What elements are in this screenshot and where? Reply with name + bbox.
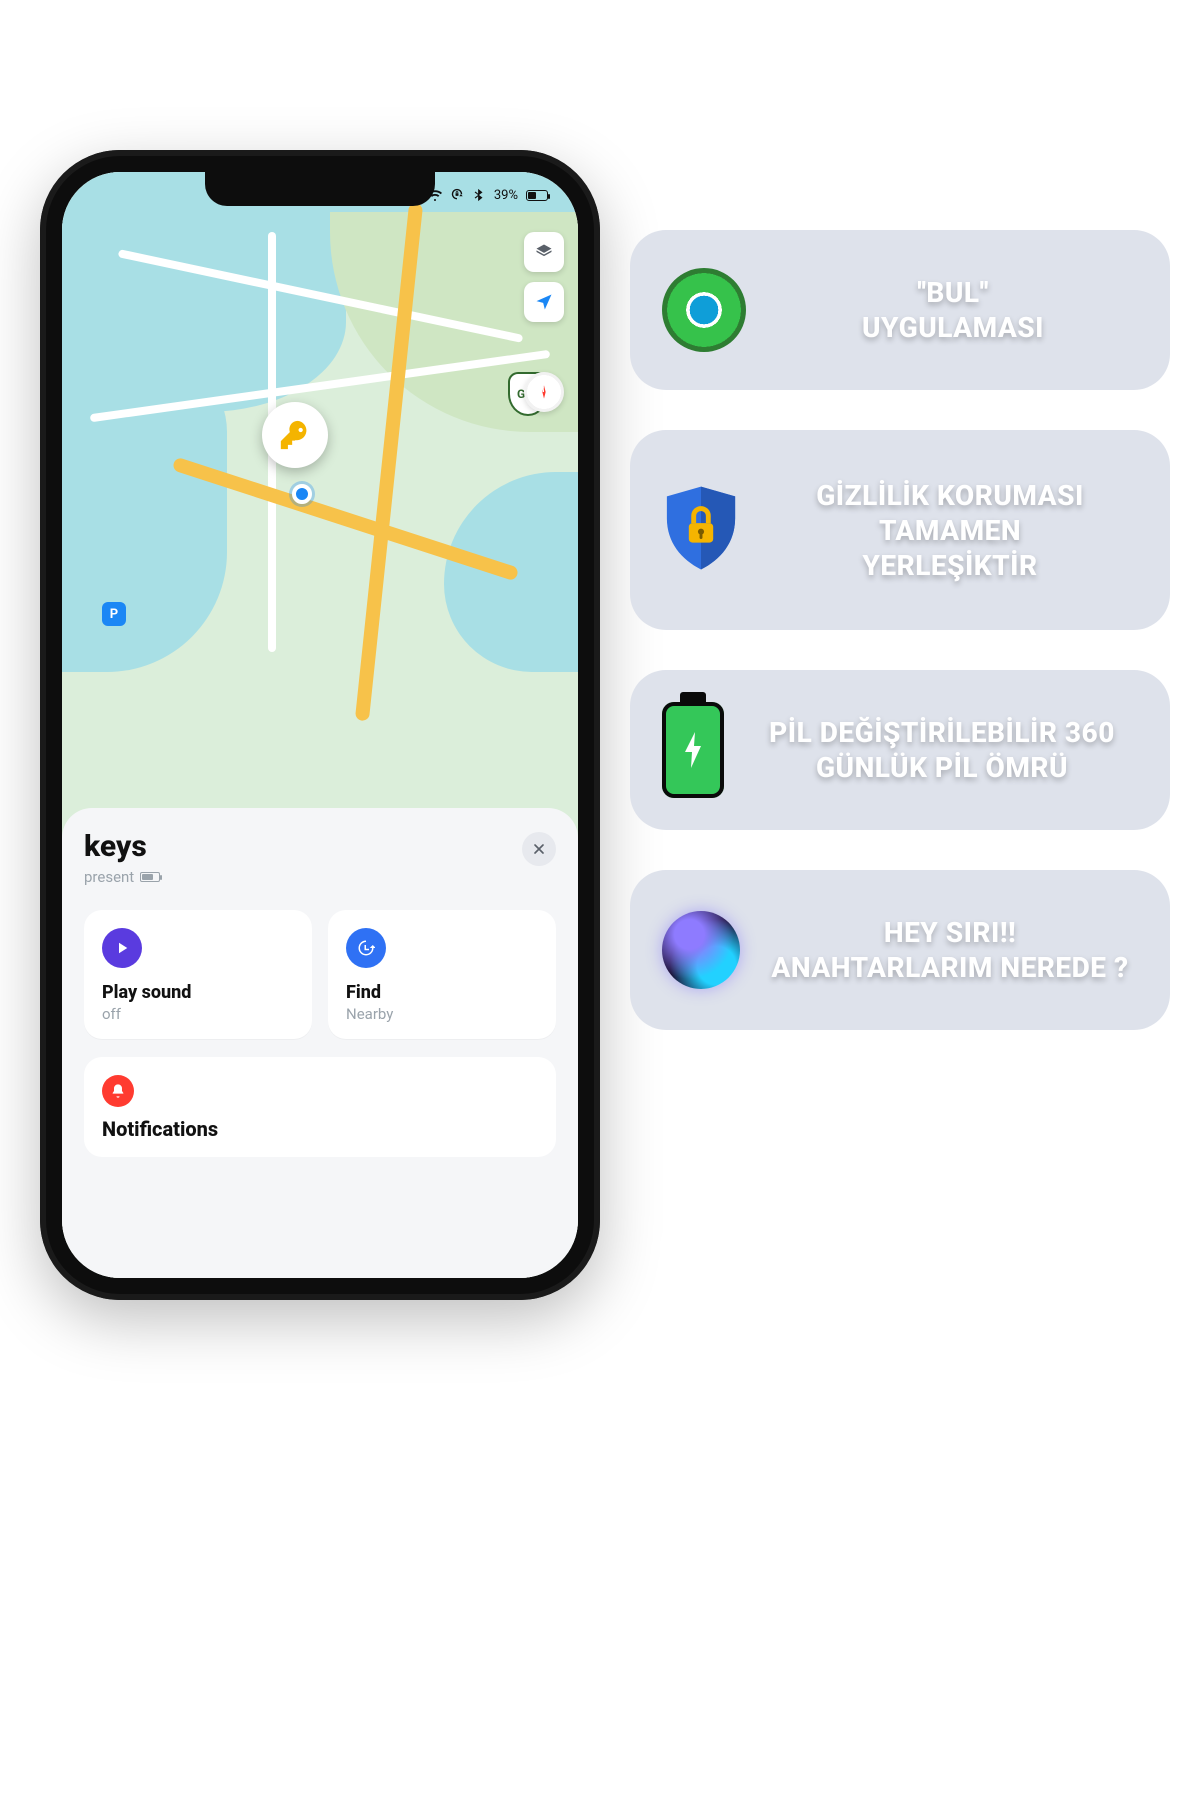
map-marker-label: P	[110, 607, 118, 622]
feature-siri-text: HEY SIRI!! ANAHTARLARIM NEREDE ?	[762, 915, 1138, 985]
sheet-subtitle: present	[84, 868, 134, 886]
find-icon	[346, 928, 386, 968]
play-icon	[102, 928, 142, 968]
find-card[interactable]: Find Nearby	[328, 910, 556, 1039]
product-feature-stage: 39% G15	[0, 0, 1200, 1800]
item-pin-keys[interactable]	[262, 402, 328, 468]
play-sound-title: Play sound	[102, 982, 294, 1003]
find-my-icon	[662, 268, 746, 352]
battery-icon	[526, 190, 548, 201]
play-sound-sub: off	[102, 1005, 294, 1023]
feature-battery-text: PİL DEĞİŞTİRİLEBİLİR 360 GÜNLÜK PİL ÖMRÜ	[746, 715, 1138, 785]
notifications-card[interactable]: Notifications	[84, 1057, 556, 1157]
current-location-dot	[292, 484, 312, 504]
battery-bolt-icon	[662, 702, 724, 798]
feature-battery: PİL DEĞİŞTİRİLEBİLİR 360 GÜNLÜK PİL ÖMRÜ	[630, 670, 1170, 830]
bluetooth-icon	[472, 188, 486, 202]
battery-percentage: 39%	[494, 188, 518, 203]
find-title: Find	[346, 982, 538, 1003]
map-compass-button[interactable]	[524, 372, 564, 412]
shield-lock-icon	[662, 484, 740, 576]
phone-screen: 39% G15	[62, 172, 578, 1278]
feature-list: ''BUL'' UYGULAMASI GİZLİLİK KORUMASI TAM…	[630, 230, 1170, 1030]
feature-privacy: GİZLİLİK KORUMASI TAMAMEN YERLEŞİKTİR	[630, 430, 1170, 630]
feature-siri: HEY SIRI!! ANAHTARLARIM NEREDE ?	[630, 870, 1170, 1030]
item-battery-icon	[140, 872, 160, 882]
rotation-lock-icon	[450, 188, 464, 202]
sheet-title: keys	[84, 832, 160, 862]
item-sheet: keys present Pla	[62, 808, 578, 1278]
map-locate-button[interactable]	[524, 282, 564, 322]
bell-icon	[102, 1075, 134, 1107]
feature-find-my: ''BUL'' UYGULAMASI	[630, 230, 1170, 390]
map-marker: P	[102, 602, 126, 626]
play-sound-card[interactable]: Play sound off	[84, 910, 312, 1039]
feature-privacy-text: GİZLİLİK KORUMASI TAMAMEN YERLEŞİKTİR	[762, 478, 1138, 583]
map-layers-button[interactable]	[524, 232, 564, 272]
phone-frame: 39% G15	[40, 150, 600, 1300]
find-sub: Nearby	[346, 1005, 538, 1023]
notifications-title: Notifications	[102, 1117, 538, 1141]
close-sheet-button[interactable]	[522, 832, 556, 866]
siri-icon	[662, 911, 740, 989]
phone-notch	[205, 172, 435, 206]
feature-find-my-text: ''BUL'' UYGULAMASI	[768, 275, 1138, 345]
